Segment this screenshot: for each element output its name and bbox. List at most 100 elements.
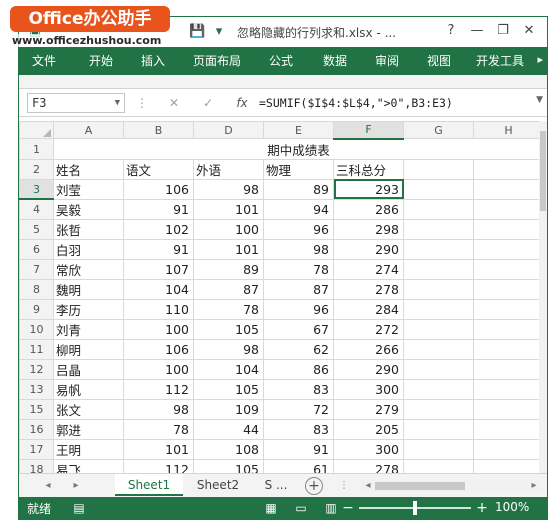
column-header-a[interactable]: A [53, 121, 124, 140]
column-header-h[interactable]: H [473, 121, 544, 140]
close-button[interactable]: ✕ [517, 20, 541, 42]
column-header-b[interactable]: B [123, 121, 194, 140]
physics-score-cell[interactable]: 72 [263, 398, 334, 420]
chinese-score-cell[interactable]: 110 [123, 298, 194, 320]
column-header-f[interactable]: F [333, 121, 404, 140]
column-label-cell[interactable]: 语文 [123, 158, 194, 180]
row-header[interactable]: 2 [19, 158, 54, 180]
page-layout-view-icon[interactable]: ▭ [293, 500, 309, 516]
row-header[interactable]: 18 [19, 458, 54, 473]
row-header[interactable]: 6 [19, 238, 54, 260]
minimize-button[interactable]: — [465, 20, 489, 42]
column-label-cell[interactable]: 物理 [263, 158, 334, 180]
foreign-language-score-cell[interactable]: 87 [193, 278, 264, 300]
zoom-in-button[interactable]: + [475, 499, 489, 517]
physics-score-cell[interactable]: 83 [263, 378, 334, 400]
name-cell[interactable]: 柳明 [53, 338, 124, 360]
column-header-d[interactable]: D [193, 121, 264, 140]
foreign-language-score-cell[interactable]: 44 [193, 418, 264, 440]
row-header[interactable]: 15 [19, 398, 54, 420]
name-cell[interactable]: 张文 [53, 398, 124, 420]
name-box[interactable]: F3 ▼ [27, 93, 125, 113]
name-cell[interactable]: 刘青 [53, 318, 124, 340]
empty-cell[interactable] [473, 338, 544, 360]
empty-cell[interactable] [473, 458, 544, 473]
foreign-language-score-cell[interactable]: 105 [193, 318, 264, 340]
name-cell[interactable]: 易飞 [53, 458, 124, 473]
column-label-cell[interactable]: 姓名 [53, 158, 124, 180]
physics-score-cell[interactable]: 62 [263, 338, 334, 360]
physics-score-cell[interactable]: 98 [263, 238, 334, 260]
chinese-score-cell[interactable]: 106 [123, 178, 194, 200]
total-score-cell[interactable]: 300 [333, 378, 404, 400]
total-score-cell[interactable]: 266 [333, 338, 404, 360]
empty-cell[interactable] [403, 318, 474, 340]
name-cell[interactable]: 常欣 [53, 258, 124, 280]
column-label-cell[interactable] [473, 158, 544, 180]
chinese-score-cell[interactable]: 106 [123, 338, 194, 360]
row-header[interactable]: 3 [19, 178, 54, 201]
row-header[interactable]: 4 [19, 198, 54, 220]
vertical-scroll-thumb[interactable] [540, 131, 546, 211]
row-header[interactable]: 8 [19, 278, 54, 300]
column-label-cell[interactable]: 三科总分 [333, 158, 404, 180]
empty-cell[interactable] [403, 278, 474, 300]
chinese-score-cell[interactable]: 91 [123, 238, 194, 260]
column-header-e[interactable]: E [263, 121, 334, 140]
foreign-language-score-cell[interactable]: 108 [193, 438, 264, 460]
empty-cell[interactable] [473, 418, 544, 440]
physics-score-cell[interactable]: 89 [263, 178, 334, 200]
chinese-score-cell[interactable]: 102 [123, 218, 194, 240]
empty-cell[interactable] [403, 438, 474, 460]
name-cell[interactable]: 王明 [53, 438, 124, 460]
total-score-cell[interactable]: 290 [333, 358, 404, 380]
row-header[interactable]: 16 [19, 418, 54, 440]
sheet-bar-splitter-icon[interactable]: ⋮ [337, 478, 351, 494]
empty-cell[interactable] [473, 358, 544, 380]
foreign-language-score-cell[interactable]: 98 [193, 178, 264, 200]
next-sheet-icon[interactable]: ▸ [69, 478, 83, 494]
tab-formulas[interactable]: 公式 [261, 47, 301, 75]
name-cell[interactable]: 张哲 [53, 218, 124, 240]
total-score-cell[interactable]: 298 [333, 218, 404, 240]
tab-review[interactable]: 审阅 [367, 47, 407, 75]
empty-cell[interactable] [403, 398, 474, 420]
row-header[interactable]: 13 [19, 378, 54, 400]
empty-cell[interactable] [403, 198, 474, 220]
foreign-language-score-cell[interactable]: 104 [193, 358, 264, 380]
empty-cell[interactable] [403, 218, 474, 240]
chinese-score-cell[interactable]: 107 [123, 258, 194, 280]
total-score-cell[interactable]: 279 [333, 398, 404, 420]
total-score-cell[interactable]: 290 [333, 238, 404, 260]
restore-button[interactable]: ❐ [491, 20, 515, 42]
physics-score-cell[interactable]: 78 [263, 258, 334, 280]
total-score-cell[interactable]: 274 [333, 258, 404, 280]
foreign-language-score-cell[interactable]: 100 [193, 218, 264, 240]
tab-page-layout[interactable]: 页面布局 [185, 47, 249, 75]
empty-cell[interactable] [403, 338, 474, 360]
total-score-cell[interactable]: 286 [333, 198, 404, 220]
horizontal-scrollbar[interactable]: ◂ ▸ [361, 480, 541, 492]
foreign-language-score-cell[interactable]: 98 [193, 338, 264, 360]
row-header[interactable]: 5 [19, 218, 54, 240]
chinese-score-cell[interactable]: 112 [123, 378, 194, 400]
total-score-cell[interactable]: 293 [333, 178, 404, 200]
formula-input[interactable]: =SUMIF($I$4:$L$4,">0",B3:E3) [259, 93, 539, 113]
empty-cell[interactable] [403, 238, 474, 260]
empty-cell[interactable] [473, 278, 544, 300]
sheet-tab-sheet2[interactable]: Sheet2 [187, 474, 249, 496]
horizontal-scroll-thumb[interactable] [375, 482, 465, 490]
foreign-language-score-cell[interactable]: 101 [193, 238, 264, 260]
physics-score-cell[interactable]: 91 [263, 438, 334, 460]
chinese-score-cell[interactable]: 78 [123, 418, 194, 440]
sheet-tab-sheet1[interactable]: Sheet1 [115, 474, 183, 496]
empty-cell[interactable] [473, 318, 544, 340]
zoom-slider-thumb[interactable] [413, 501, 417, 515]
empty-cell[interactable] [473, 198, 544, 220]
physics-score-cell[interactable]: 83 [263, 418, 334, 440]
name-cell[interactable]: 吴毅 [53, 198, 124, 220]
physics-score-cell[interactable]: 96 [263, 298, 334, 320]
physics-score-cell[interactable]: 86 [263, 358, 334, 380]
name-cell[interactable]: 郭进 [53, 418, 124, 440]
foreign-language-score-cell[interactable]: 89 [193, 258, 264, 280]
